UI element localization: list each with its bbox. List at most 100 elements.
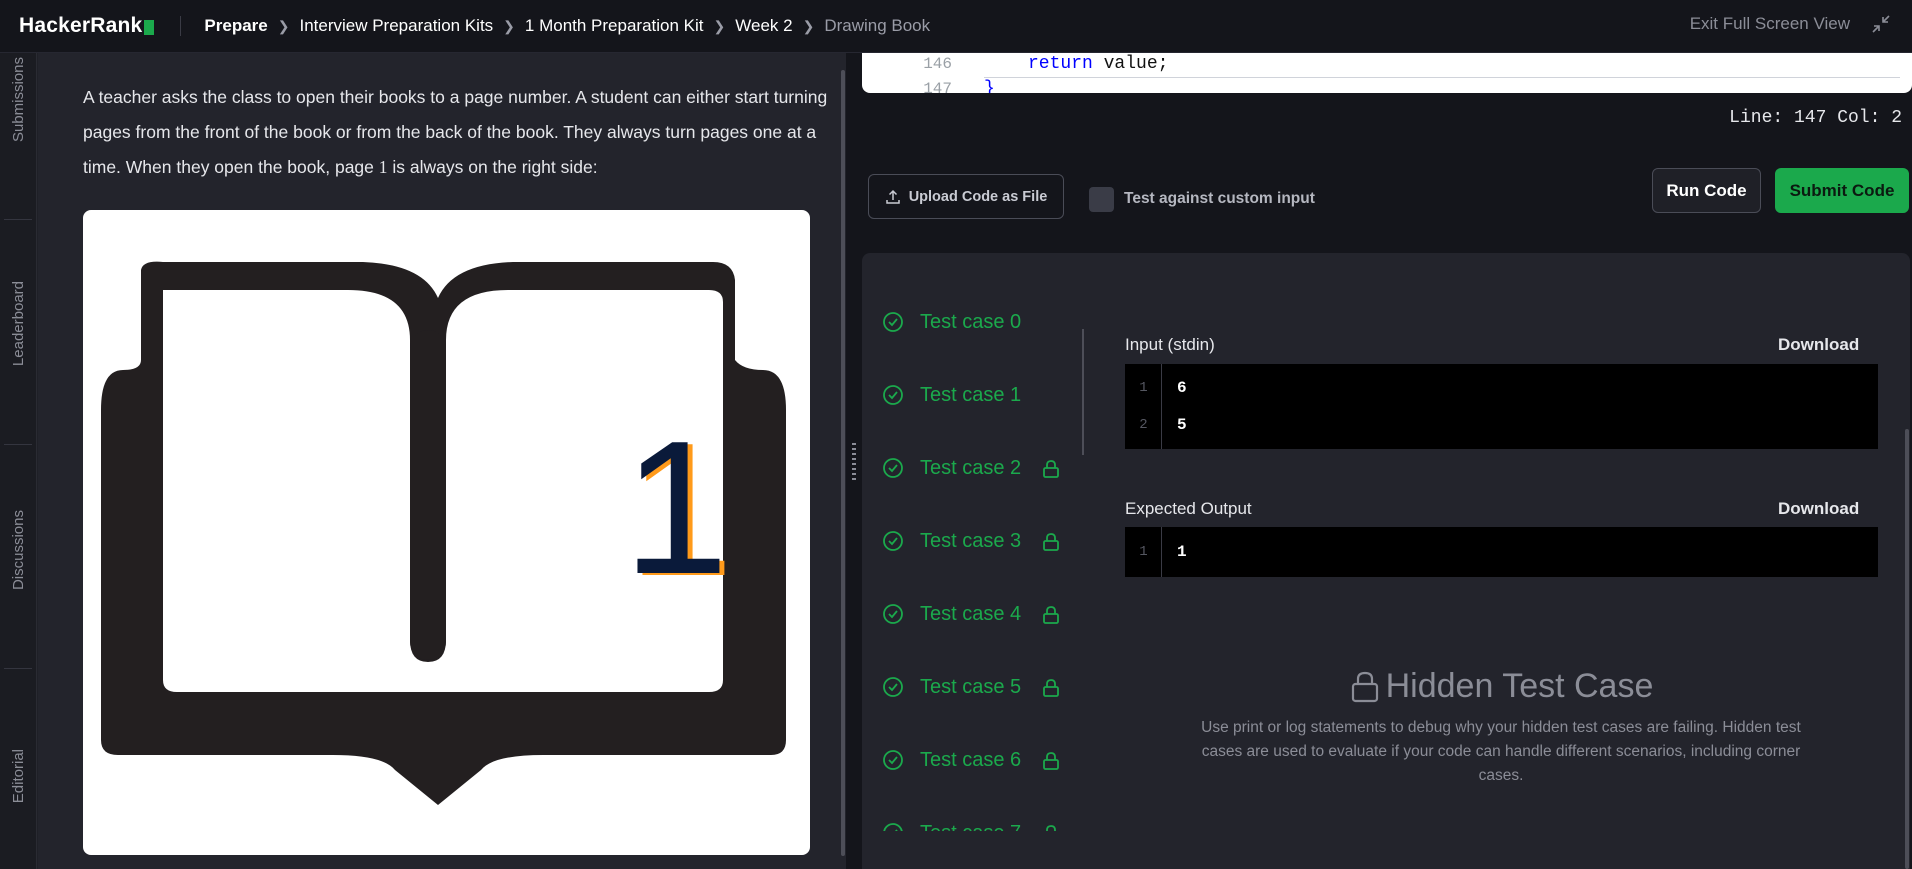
problem-statement: A teacher asks the class to open their b…: [83, 80, 853, 185]
rail-discussions-label[interactable]: Discussions: [10, 510, 27, 590]
line-number: 146: [923, 55, 952, 73]
lock-icon: [1046, 825, 1056, 831]
io-value: 5: [1177, 416, 1187, 434]
top-bar: HackerRank Prepare ❯ Interview Preparati…: [0, 0, 1912, 53]
chevron-right-icon: ❯: [713, 17, 726, 34]
check-circle-icon: [883, 531, 903, 551]
test-case-3[interactable]: Test case 3: [882, 526, 1059, 556]
rail-leaderboard[interactable]: Leaderboard: [0, 281, 37, 366]
breadcrumb-week[interactable]: Week 2: [735, 16, 792, 36]
custom-input-label[interactable]: Test against custom input: [1124, 190, 1315, 208]
test-case-label[interactable]: Test case 7: [920, 822, 1021, 832]
collapse-icon[interactable]: [1870, 13, 1892, 35]
check-circle-icon: [883, 823, 903, 831]
input-label: Input (stdin): [1125, 335, 1215, 354]
io-line-number: 2: [1139, 417, 1148, 433]
test-case-label[interactable]: Test case 6: [920, 749, 1021, 772]
expected-output-label: Expected Output: [1125, 499, 1252, 518]
lock-icon: [1043, 752, 1059, 770]
upload-label: Upload Code as File: [908, 188, 1048, 205]
cursor-position: Line: 147 Col: 2: [1729, 108, 1902, 128]
test-case-2[interactable]: Test case 2: [882, 453, 1059, 483]
test-case-0[interactable]: Test case 0: [882, 307, 1021, 337]
editor-line[interactable]: 146 return value;: [862, 53, 1912, 77]
logo-mark: [144, 19, 155, 35]
custom-input-checkbox[interactable]: [1089, 187, 1114, 212]
chevron-right-icon: ❯: [802, 17, 815, 34]
breadcrumb: Prepare ❯ Interview Preparation Kits ❯ 1…: [204, 16, 930, 36]
test-results-panel: Test case 0 Test case 1 Test case 2 Test…: [862, 253, 1910, 869]
breadcrumb-interview-kits[interactable]: Interview Preparation Kits: [299, 16, 493, 36]
test-case-6[interactable]: Test case 6: [882, 745, 1059, 775]
exit-fullscreen-link[interactable]: Exit Full Screen View: [1690, 14, 1850, 34]
check-circle-icon: [883, 677, 903, 697]
hidden-title-text: Hidden Test Case: [1385, 667, 1654, 705]
test-case-1[interactable]: Test case 1: [882, 380, 1021, 410]
test-case-7[interactable]: Test case 7: [882, 818, 1056, 832]
io-value: 6: [1177, 379, 1187, 397]
rail-divider: [4, 668, 32, 669]
check-circle-icon: [883, 312, 903, 332]
test-case-label[interactable]: Test case 1: [920, 384, 1021, 407]
check-circle-icon: [883, 458, 903, 478]
drag-handle-icon[interactable]: [852, 443, 856, 481]
breadcrumb-prepare[interactable]: Prepare: [204, 16, 267, 36]
download-input-link[interactable]: Download: [1778, 335, 1859, 355]
rail-discussions[interactable]: Discussions: [0, 510, 37, 590]
book-illustration: 1 1: [83, 210, 810, 855]
code-editor[interactable]: 146 return value; 147 }: [862, 53, 1912, 93]
breadcrumb-month-kit[interactable]: 1 Month Preparation Kit: [525, 16, 704, 36]
download-output-link[interactable]: Download: [1778, 499, 1859, 519]
test-case-list: Test case 0 Test case 1 Test case 2 Test…: [862, 253, 1082, 831]
upload-code-button[interactable]: Upload Code as File: [868, 174, 1064, 219]
editor-line[interactable]: 147 }: [862, 76, 1912, 93]
results-scrollbar[interactable]: [1905, 429, 1909, 869]
code-keyword[interactable]: return: [1028, 54, 1093, 74]
io-line-number: 1: [1139, 380, 1148, 396]
test-case-label[interactable]: Test case 0: [920, 311, 1021, 334]
code-text[interactable]: return value;: [1028, 53, 1168, 77]
book-page-label: 1: [623, 402, 729, 614]
check-circle-icon: [883, 604, 903, 624]
open-book-icon: 1 1: [101, 261, 786, 806]
breadcrumb-current: Drawing Book: [824, 16, 931, 35]
lock-icon: [1351, 671, 1378, 702]
test-case-label[interactable]: Test case 5: [920, 676, 1021, 699]
code-text[interactable]: }: [984, 76, 995, 93]
test-case-4[interactable]: Test case 4: [882, 599, 1059, 629]
lock-icon: [1043, 533, 1059, 551]
left-rail: Submissions Leaderboard Discussions Edit…: [0, 53, 37, 869]
check-circle-icon: [883, 750, 903, 770]
rail-submissions-label[interactable]: Submissions: [10, 57, 27, 142]
statement-text-end: is always on the right side:: [387, 157, 598, 177]
rail-editorial[interactable]: Editorial: [0, 749, 37, 803]
test-case-label[interactable]: Test case 2: [920, 457, 1021, 480]
problem-panel: A teacher asks the class to open their b…: [38, 53, 846, 869]
check-circle-icon: [883, 385, 903, 405]
input-row: 2 5: [1125, 407, 1878, 444]
logo-text[interactable]: HackerRank: [19, 14, 142, 38]
io-value: 1: [1177, 543, 1187, 561]
run-code-button[interactable]: Run Code: [1652, 168, 1761, 213]
test-list-scrollbar[interactable]: [1082, 329, 1084, 455]
test-case-5[interactable]: Test case 5: [882, 672, 1059, 702]
submit-code-button[interactable]: Submit Code: [1775, 168, 1909, 213]
rail-leaderboard-label[interactable]: Leaderboard: [10, 281, 27, 366]
chevron-right-icon: ❯: [503, 17, 515, 34]
test-case-label[interactable]: Test case 3: [920, 530, 1021, 553]
lock-icon: [1043, 606, 1059, 624]
rail-divider: [4, 444, 32, 445]
code-rest[interactable]: value;: [1093, 54, 1169, 74]
problem-scrollbar[interactable]: [841, 70, 845, 856]
rail-submissions[interactable]: Submissions: [0, 57, 37, 142]
line-number: 147: [923, 80, 952, 93]
hackerrank-logo[interactable]: HackerRank: [19, 14, 155, 38]
input-row: 1 6: [1125, 370, 1878, 407]
hidden-test-case-title: Hidden Test Case: [1125, 667, 1878, 706]
input-box: 1 6 2 5: [1125, 364, 1878, 449]
chevron-right-icon: ❯: [277, 17, 290, 34]
test-case-label[interactable]: Test case 4: [920, 603, 1021, 626]
rail-editorial-label[interactable]: Editorial: [10, 749, 27, 803]
expected-output-box: 1 1: [1125, 527, 1878, 577]
rail-divider: [4, 219, 32, 220]
